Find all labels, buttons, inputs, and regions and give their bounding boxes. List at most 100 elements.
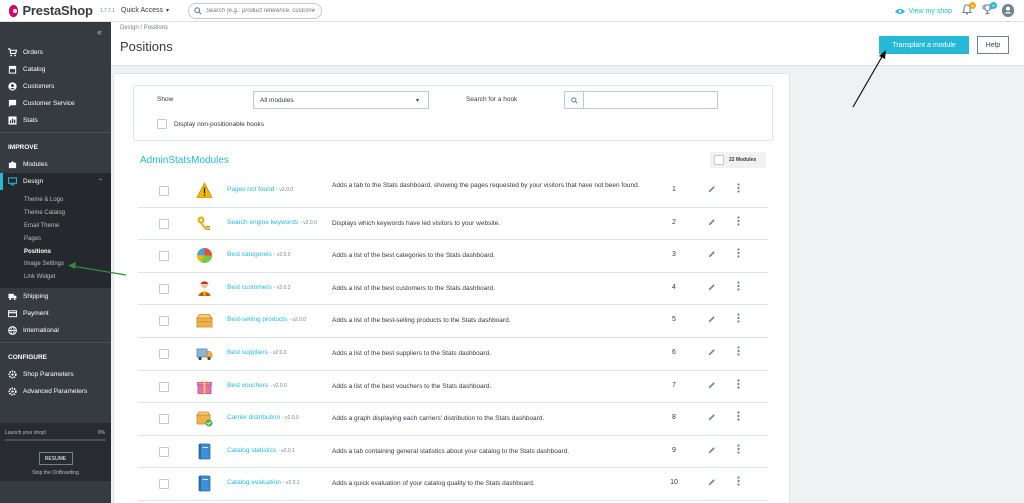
notifications-button[interactable]: 1 [960,1,976,18]
quick-access-dropdown[interactable]: Quick Access ▾ [121,7,188,14]
module-checkbox[interactable] [159,218,169,229]
module-row[interactable]: Best categories - v2.0.0 Adds a list of th… [138,240,768,273]
module-name-link[interactable]: Search engine keywords - v2.0.0 [227,219,317,226]
more-vertical-icon[interactable] [737,313,740,325]
module-row[interactable]: Catalog statistics - v2.0.1 Adds a tab con… [138,436,768,469]
module-description: Adds a list of the best categories to th… [332,252,495,260]
pencil-icon[interactable] [708,250,716,260]
module-name-link[interactable]: Catalog statistics - v2.0.1 [227,447,295,454]
pencil-icon[interactable] [708,185,716,195]
more-vertical-icon[interactable] [737,281,740,293]
module-row[interactable]: Carrier distribution - v2.0.0 Adds a graph… [138,403,768,436]
transplant-module-button[interactable]: Transplant a module [879,36,969,54]
more-vertical-icon[interactable] [737,346,740,358]
sidebar-item-modules[interactable]: Modules [0,156,111,173]
catalog-book-icon [196,443,213,460]
view-my-shop-link[interactable]: View my shop [894,8,952,15]
hook-search-field[interactable] [564,91,718,109]
page-header: Design / Positions Positions Transplant … [111,22,1024,66]
module-row[interactable]: Pages not found - v2.0.0 Adds a tab to the… [138,175,768,208]
more-vertical-icon[interactable] [737,248,740,260]
module-row[interactable]: Catalog evaluation - v2.0.1 Adds a quick e… [138,468,768,501]
module-checkbox[interactable] [159,479,169,490]
show-modules-select[interactable]: All modules ▾ [253,91,429,109]
search-box[interactable] [188,2,322,19]
module-name-link[interactable]: Pages not found - v2.0.0 [227,186,293,193]
module-name-link[interactable]: Best vouchers - v2.0.0 [227,382,287,389]
module-name-link[interactable]: Carrier distribution - v2.0.0 [227,414,299,421]
module-count-badge[interactable]: 22 Modules [710,152,766,168]
module-row[interactable]: Best customers - v2.0.2 Adds a list of the… [138,273,768,306]
module-checkbox[interactable] [159,283,169,294]
help-button[interactable]: Help [977,36,1009,54]
prestashop-logo[interactable]: PrestaShop 1.7.7.1 [9,3,115,18]
submenu-item-email-theme[interactable]: Email Theme [0,220,111,233]
module-name-link[interactable]: Best suppliers - v2.0.0 [227,349,287,356]
stop-onboarding-link[interactable]: Stop the OnBoarding [0,470,111,476]
module-checkbox[interactable] [159,251,169,262]
select-all-checkbox[interactable] [714,155,724,165]
non-positionable-option[interactable]: Display non-positionable hooks [157,119,264,129]
pencil-icon[interactable] [708,446,716,456]
search-input[interactable] [206,7,316,14]
more-vertical-icon[interactable] [737,476,740,488]
module-checkbox[interactable] [159,446,169,457]
module-name-link[interactable]: Best-selling products - v2.0.0 [227,316,306,323]
module-checkbox[interactable] [159,381,169,392]
pencil-icon[interactable] [708,283,716,293]
more-vertical-icon[interactable] [737,444,740,456]
collapse-sidebar-button[interactable]: « [0,22,111,44]
more-vertical-icon[interactable] [737,378,740,391]
pencil-icon[interactable] [708,218,716,228]
submenu-item-link-widget[interactable]: Link Widget [0,271,111,284]
sidebar-item-orders[interactable]: Orders [0,44,111,61]
gear-icon [8,387,17,396]
sidebar-item-customer-service[interactable]: Customer Service [0,95,111,112]
module-checkbox[interactable] [159,186,169,196]
sidebar-item-international[interactable]: International [0,322,111,339]
more-vertical-icon[interactable] [737,183,740,195]
search-icon [565,92,584,108]
submenu-item-theme-catalog[interactable]: Theme Catalog [0,207,111,220]
customers-notification-button[interactable]: 6 [981,1,997,18]
sidebar-item-design[interactable]: Design ⌃ [0,173,111,190]
submenu-item-theme-logo[interactable]: Theme & Logo [0,194,111,207]
module-checkbox[interactable] [159,348,169,359]
module-name-link[interactable]: Best customers - v2.0.2 [227,284,290,291]
pencil-icon[interactable] [708,413,716,423]
module-name-link[interactable]: Catalog evaluation - v2.0.1 [227,479,300,486]
submenu-item-positions[interactable]: Positions [0,245,111,258]
hook-group-title[interactable]: AdminStatsModules [140,155,229,166]
non-positionable-checkbox[interactable] [157,119,167,129]
sidebar-item-advanced-parameters[interactable]: Advanced Parameters [0,383,111,400]
pencil-icon[interactable] [708,478,716,488]
module-row[interactable]: Best-selling products - v2.0.0 Adds a list… [138,305,768,338]
sidebar-item-shipping[interactable]: Shipping [0,288,111,305]
onboarding-launch-text: Launch your shop! [5,430,47,436]
module-checkbox[interactable] [159,414,169,425]
pencil-icon[interactable] [708,381,716,391]
module-row[interactable]: Best vouchers - v2.0.0 Adds a list of the … [138,371,768,404]
sidebar-item-payment[interactable]: Payment [0,305,111,322]
account-button[interactable] [1002,4,1014,17]
sidebar-item-stats[interactable]: Stats [0,112,111,129]
module-name-link[interactable]: Best categories - v2.0.0 [227,251,291,258]
more-vertical-icon[interactable] [737,411,740,423]
breadcrumb-link-design[interactable]: Design [120,25,139,31]
submenu-item-image-settings[interactable]: Image Settings [0,258,111,271]
search-icon[interactable] [194,6,202,15]
sidebar-item-customers[interactable]: Customers [0,78,111,95]
module-row[interactable]: Best suppliers - v2.0.0 Adds a list of the… [138,338,768,371]
pencil-icon[interactable] [708,348,716,358]
sidebar-item-shop-parameters[interactable]: Shop Parameters [0,366,111,383]
pencil-icon[interactable] [708,315,716,325]
more-vertical-icon[interactable] [737,215,740,228]
module-row[interactable]: Search engine keywords - v2.0.0 Displays w… [138,208,768,241]
chevron-up-icon: ⌃ [97,179,103,185]
sidebar-item-label: Shipping [23,292,49,300]
module-checkbox[interactable] [159,316,169,327]
sidebar-item-catalog[interactable]: Catalog [0,61,111,78]
submenu-item-pages[interactable]: Pages [0,232,111,245]
module-version: - v2.0.2 [273,284,291,291]
resume-button[interactable]: RESUME [38,452,73,465]
